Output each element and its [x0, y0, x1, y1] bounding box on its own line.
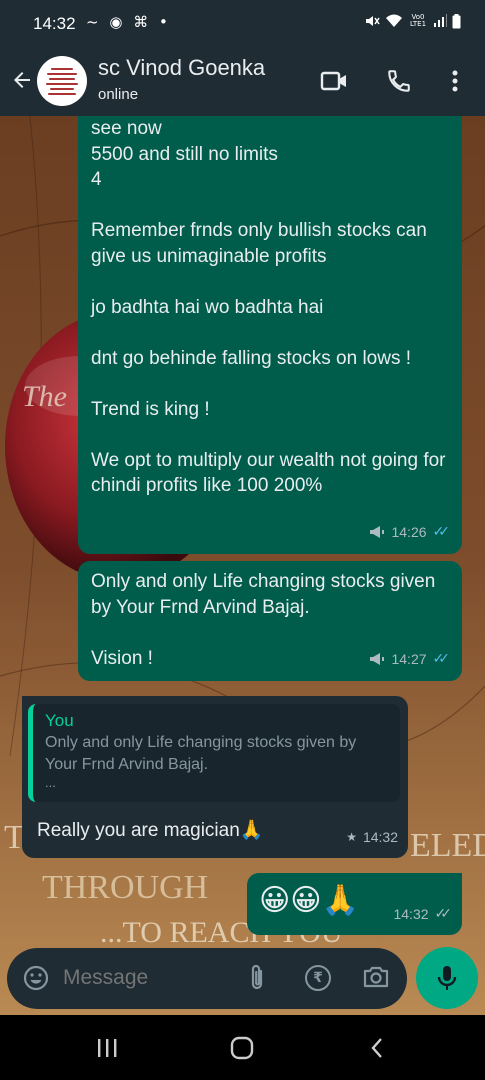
voice-message-button[interactable] [416, 947, 478, 1009]
camera-icon[interactable] [362, 965, 390, 989]
voice-call-button[interactable] [381, 63, 417, 99]
battery-icon [452, 13, 461, 28]
message-text: see now 5500 and still no limits 4 Remem… [91, 118, 446, 496]
wifi-icon [386, 14, 402, 27]
message-time: 14:27 [391, 650, 427, 667]
message-text: 😀😀🙏 [259, 883, 359, 918]
signal-icon [434, 14, 447, 27]
message-bubble-outgoing[interactable]: see now 5500 and still no limits 4 Remem… [78, 116, 462, 554]
contact-name[interactable]: sc Vinod Goenka [98, 55, 265, 81]
back-button[interactable] [6, 63, 38, 97]
network-type-label: Vo0 LTE1 [409, 13, 427, 28]
announcement-icon [370, 526, 385, 539]
wallpaper-line1-right: ELED [410, 827, 485, 864]
quoted-ellipsis: ... [45, 775, 56, 790]
message-time: 14:26 [391, 523, 427, 540]
mute-icon [366, 16, 380, 26]
message-meta: 14:26 ✓✓ [369, 520, 450, 546]
delivered-receipt-icon: ✓✓ [434, 905, 453, 922]
payment-icon[interactable]: ₹ [305, 965, 331, 991]
notification-icons: ~ ◉ ⌘ • [86, 13, 171, 31]
message-meta: ★ 14:32 [346, 825, 398, 851]
back-nav-icon[interactable] [370, 1037, 384, 1059]
read-receipt-icon: ✓✓ [432, 650, 451, 667]
chat-area[interactable]: The T ELED THROUGH ...TO REACH YOU see n… [0, 116, 485, 1015]
emoji-icon[interactable] [23, 965, 49, 991]
announcement-icon [370, 653, 385, 666]
message-meta: 14:32 ✓✓ [393, 902, 452, 928]
video-call-button[interactable] [316, 63, 352, 99]
message-input-bar: ₹ [7, 948, 407, 1009]
message-time: 14:32 [362, 828, 398, 845]
message-bubble-outgoing[interactable]: 😀😀🙏 14:32 ✓✓ [247, 873, 462, 935]
contact-avatar[interactable] [37, 56, 87, 106]
system-navigation-bar [0, 1015, 485, 1080]
more-vert-icon [452, 70, 458, 92]
wallpaper-line2: THROUGH [42, 869, 208, 906]
message-meta: 14:27 ✓✓ [369, 647, 450, 673]
system-status-icons: Vo0 LTE1 [364, 13, 461, 29]
message-bubble-incoming[interactable]: You Only and only Life changing stocks g… [22, 696, 408, 858]
attach-icon[interactable] [248, 964, 266, 992]
message-time: 14:32 [393, 905, 429, 922]
contact-status: online [98, 86, 139, 103]
more-options-button[interactable] [437, 63, 473, 99]
chat-header: sc Vinod Goenka online [0, 46, 485, 116]
quoted-text: Only and only Life changing stocks given… [45, 734, 357, 773]
message-bubble-outgoing[interactable]: Only and only Life changing stocks given… [78, 561, 462, 681]
quoted-author: You [45, 711, 74, 730]
back-arrow-icon [14, 72, 30, 88]
star-icon: ★ [346, 829, 357, 844]
video-call-icon [320, 71, 346, 91]
message-input[interactable] [63, 962, 233, 994]
quoted-message[interactable]: You Only and only Life changing stocks g… [28, 704, 400, 802]
home-icon[interactable] [230, 1036, 254, 1060]
recent-apps-icon[interactable] [96, 1038, 118, 1058]
phone-icon [388, 70, 410, 92]
wallpaper-the: The [22, 380, 67, 413]
message-text: Really you are magician🙏 [37, 820, 264, 841]
mic-icon [437, 966, 457, 990]
read-receipt-icon: ✓✓ [432, 523, 451, 540]
status-bar: 14:32 ~ ◉ ⌘ • Vo0 LTE1 [0, 0, 485, 46]
status-time: 14:32 [33, 14, 76, 33]
